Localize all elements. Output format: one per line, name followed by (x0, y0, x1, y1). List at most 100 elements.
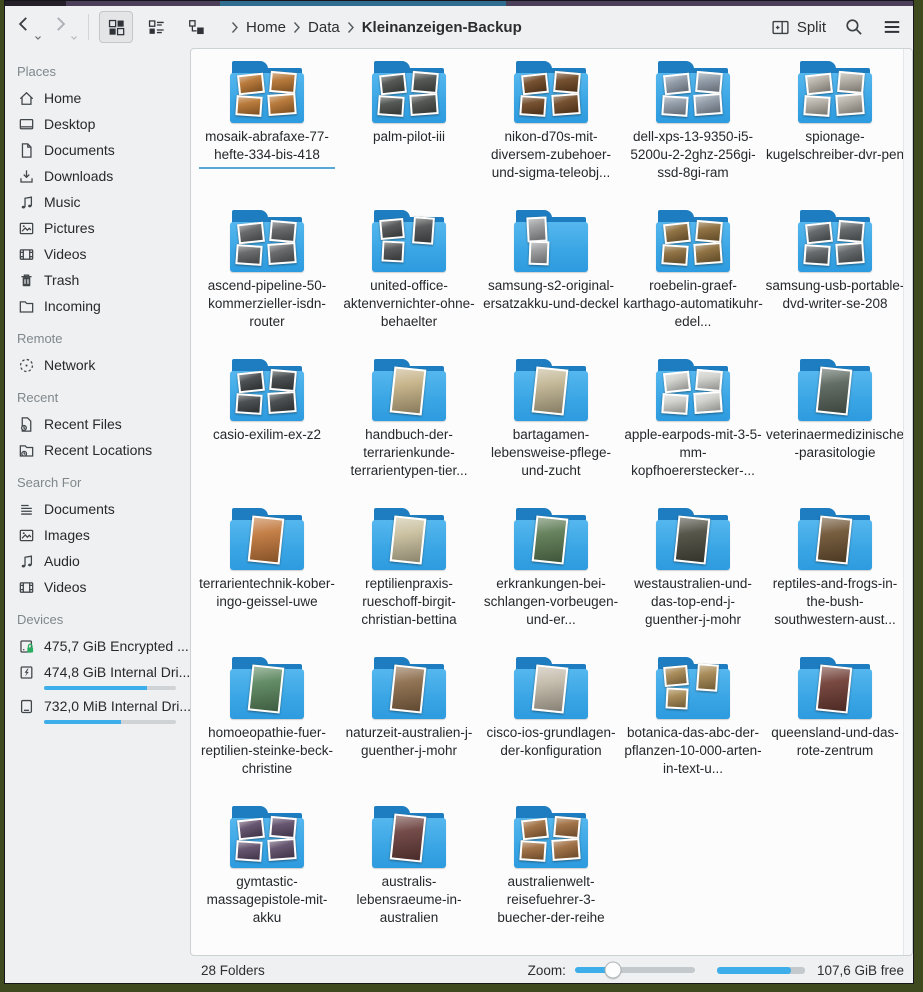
sidebar-item-732-0-mib-internal-dri[interactable]: 732,0 MiB Internal Dri... (4, 693, 190, 719)
folder-icon (514, 806, 588, 868)
sidebar-item-videos[interactable]: Videos (4, 574, 190, 600)
status-bar: 28 Folders Zoom: 107,6 GiB free (4, 956, 914, 984)
section-header-devices: Devices (4, 600, 190, 633)
folder-icon (372, 508, 446, 570)
folder-item[interactable]: reptiles-and-frogs-in-the-bush-southwest… (764, 508, 906, 657)
preview-thumbnail (412, 216, 435, 244)
sidebar-item-trash[interactable]: Trash (4, 267, 190, 293)
sidebar-item-music[interactable]: Music (4, 189, 190, 215)
device-usage-bar (4, 719, 190, 727)
icons-view-button[interactable] (99, 11, 133, 43)
folder-item[interactable]: handbuch-der-terrarienkunde-terrarientyp… (338, 359, 480, 508)
folder-item[interactable]: veterinaermedizinische-parasitologie (764, 359, 906, 508)
folder-item[interactable]: mosaik-abrafaxe-77-hefte-334-bis-418 (196, 61, 338, 210)
folder-icon (230, 61, 304, 123)
folder-item[interactable]: terrarientechnik-kober-ingo-geissel-uwe (196, 508, 338, 657)
folder-item[interactable]: botanica-das-abc-der-pflanzen-10-000-art… (622, 657, 764, 806)
folder-item[interactable]: casio-exilim-ex-z2 (196, 359, 338, 508)
zoom-slider-handle[interactable] (605, 962, 622, 979)
folder-item[interactable]: palm-pilot-iii (338, 61, 480, 210)
section-header-search-for: Search For (4, 463, 190, 496)
folder-item[interactable]: reptilienpraxis-rueschoff-birgit-christi… (338, 508, 480, 657)
folder-name: bartagamen-lebensweise-pflege-und-zucht (481, 426, 621, 480)
folder-item[interactable]: queensland-und-das-rote-zentrum (764, 657, 906, 806)
preview-thumbnail (526, 216, 547, 242)
sidebar-item-downloads[interactable]: Downloads (4, 163, 190, 189)
folder-item[interactable]: ascend-pipeline-50-kommerzieller-isdn-ro… (196, 210, 338, 359)
preview-thumbnail (532, 664, 569, 713)
video-icon (17, 245, 35, 263)
breadcrumb-data[interactable]: Data (308, 19, 340, 36)
folder-name: dell-xps-13-9350-i5-5200u-2-2ghz-256gi-s… (623, 128, 763, 182)
forward-button[interactable] (50, 14, 76, 40)
toolbar-separator (88, 14, 89, 40)
sidebar-item-audio[interactable]: Audio (4, 548, 190, 574)
folder-item[interactable]: roebelin-graef-karthago-automatikuhr-ede… (622, 210, 764, 359)
preview-thumbnail (835, 93, 864, 116)
back-button[interactable] (14, 14, 40, 40)
preview-thumbnail (411, 71, 439, 94)
sidebar-item-recent-files[interactable]: Recent Files (4, 411, 190, 437)
folder-icon (17, 297, 35, 315)
folder-item[interactable]: gymtastic-massagepistole-mit-akku (196, 806, 338, 955)
sidebar-item-label: Documents (44, 142, 115, 158)
preview-thumbnail (693, 242, 722, 265)
sidebar-item-pictures[interactable]: Pictures (4, 215, 190, 241)
sidebar-item-images[interactable]: Images (4, 522, 190, 548)
menu-button[interactable] (882, 17, 902, 37)
sidebar-item-home[interactable]: Home (4, 85, 190, 111)
split-button[interactable]: Split (771, 18, 826, 37)
preview-thumbnail (695, 71, 723, 94)
preview-thumbnail (390, 515, 427, 564)
folder-icon (798, 61, 872, 123)
sidebar-item-475-7-gib-encrypted[interactable]: 475,7 GiB Encrypted ... (4, 633, 190, 659)
folder-icon (230, 359, 304, 421)
sidebar-item-recent-locations[interactable]: Recent Locations (4, 437, 190, 463)
trash-icon (17, 271, 35, 289)
home-icon (17, 89, 35, 107)
preview-thumbnail (693, 391, 722, 414)
preview-thumbnail (674, 515, 711, 564)
sidebar-item-incoming[interactable]: Incoming (4, 293, 190, 319)
tree-view-button[interactable] (179, 11, 213, 43)
search-button[interactable] (844, 17, 864, 37)
folder-item[interactable]: cisco-ios-grundlagen-der-konfiguration (480, 657, 622, 806)
sidebar-item-documents[interactable]: Documents (4, 137, 190, 163)
folder-item[interactable]: apple-earpods-mit-3-5-mm-kopfhoerersteck… (622, 359, 764, 508)
breadcrumb-current-folder[interactable]: Kleinanzeigen-Backup (362, 19, 522, 36)
folder-item[interactable]: nikon-d70s-mit-diversem-zubehoer-und-sig… (480, 61, 622, 210)
folder-item[interactable]: erkrankungen-bei-schlangen-vorbeugen-und… (480, 508, 622, 657)
folder-item[interactable]: samsung-s2-original-ersatzakku-und-decke… (480, 210, 622, 359)
folder-name: naturzeit-australien-j-guenther-j-mohr (339, 724, 479, 760)
preview-thumbnail (521, 73, 549, 96)
breadcrumb-home[interactable]: Home (246, 19, 286, 36)
folder-item[interactable]: westaustralien-und-das-top-end-j-guenthe… (622, 508, 764, 657)
zoom-slider[interactable] (575, 967, 695, 973)
folder-item[interactable]: united-office-aktenvernichter-ohne-behae… (338, 210, 480, 359)
folder-item[interactable]: australis-lebensraeume-in-australien (338, 806, 480, 955)
preview-thumbnail (663, 222, 691, 245)
folder-name: samsung-usb-portable-dvd-writer-se-208 (765, 277, 905, 313)
search-icon (844, 17, 864, 37)
zoom-label: Zoom: (528, 963, 566, 978)
sidebar-item-documents[interactable]: Documents (4, 496, 190, 522)
folder-item[interactable]: australienwelt-reisefuehrer-3-buecher-de… (480, 806, 622, 955)
sidebar-item-474-8-gib-internal-dri[interactable]: 474,8 GiB Internal Dri... (4, 659, 190, 685)
folder-item[interactable]: spionage-kugelschreiber-dvr-pen (764, 61, 906, 210)
preview-thumbnail (663, 371, 691, 394)
folder-item[interactable]: bartagamen-lebensweise-pflege-und-zucht (480, 359, 622, 508)
sidebar-item-label: Documents (44, 501, 115, 517)
folder-item[interactable]: dell-xps-13-9350-i5-5200u-2-2ghz-256gi-s… (622, 61, 764, 210)
sidebar-item-desktop[interactable]: Desktop (4, 111, 190, 137)
details-view-icon (147, 18, 166, 37)
vertical-scrollbar[interactable] (903, 49, 912, 955)
details-view-button[interactable] (139, 11, 173, 43)
sidebar-item-videos[interactable]: Videos (4, 241, 190, 267)
folder-item[interactable]: naturzeit-australien-j-guenther-j-mohr (338, 657, 480, 806)
folder-icon (514, 210, 588, 272)
preview-thumbnail (237, 818, 265, 841)
folder-item[interactable]: samsung-usb-portable-dvd-writer-se-208 (764, 210, 906, 359)
folder-item[interactable]: homoeopathie-fuer-reptilien-steinke-beck… (196, 657, 338, 806)
preview-thumbnail (532, 366, 569, 415)
sidebar-item-network[interactable]: Network (4, 352, 190, 378)
